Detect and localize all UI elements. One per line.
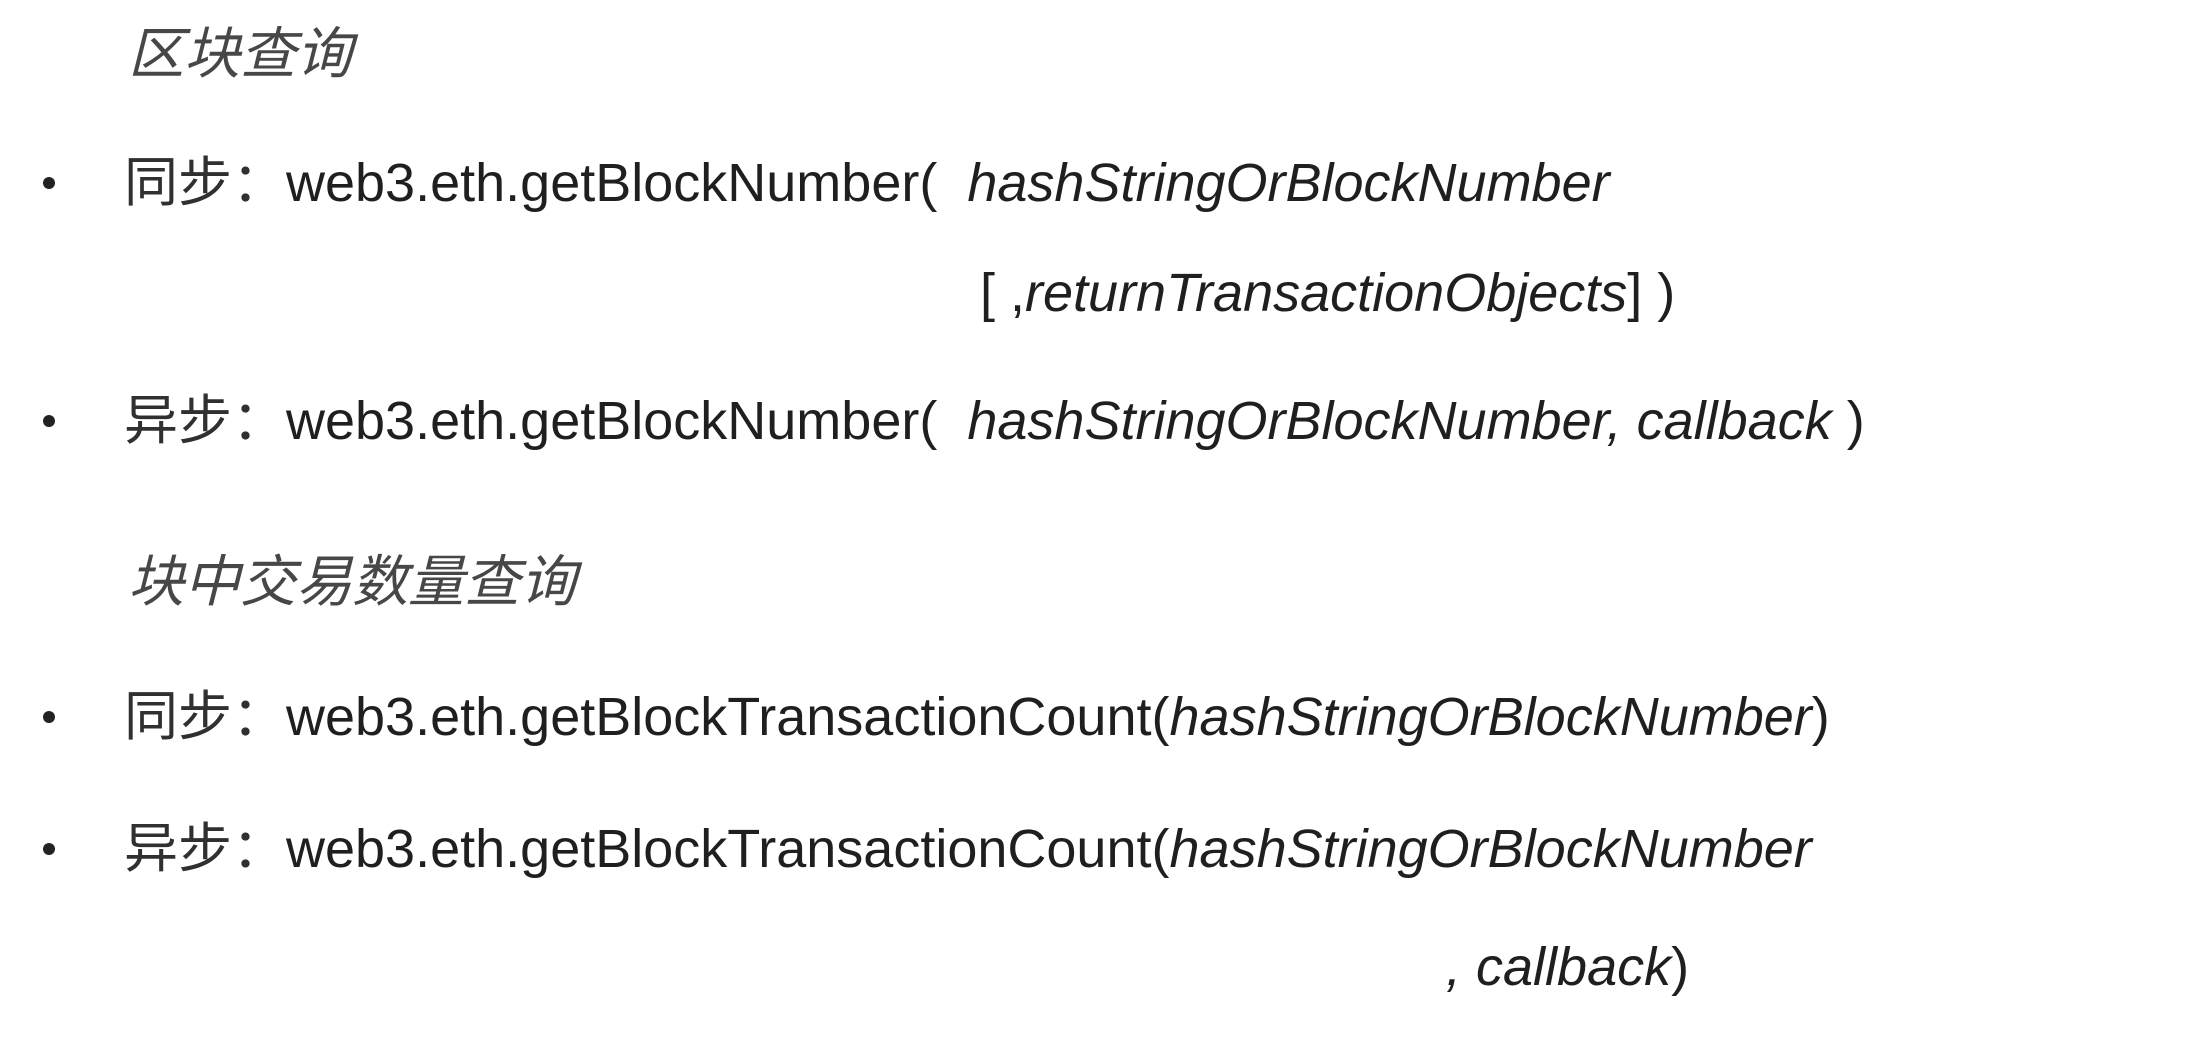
mode-label: 异步 bbox=[124, 817, 232, 880]
bullet-item-continuation: [ ,returnTransactionObjects] ) bbox=[980, 258, 1675, 328]
mode-label: 同步 bbox=[124, 685, 232, 748]
section-heading-block-query: 区块查询 bbox=[128, 22, 352, 87]
mode-label: 同步 bbox=[124, 151, 232, 214]
label-separator: ： bbox=[232, 389, 286, 452]
function-name: web3.eth.getBlockTransactionCount( bbox=[286, 687, 1170, 747]
bullet-item-text: 异步：web3.eth.getBlockTransactionCount(has… bbox=[124, 814, 1812, 884]
continuation-close: ] ) bbox=[1627, 263, 1676, 323]
label-separator: ： bbox=[232, 151, 286, 214]
slide: 区块查询 同步：web3.eth.getBlockNumber( hashStr… bbox=[0, 0, 2206, 1056]
function-args: hashStringOrBlockNumber bbox=[967, 153, 1610, 213]
bullet-dot-icon bbox=[36, 148, 62, 218]
continuation-arg: , callback bbox=[1446, 937, 1672, 997]
label-separator: ： bbox=[232, 685, 286, 748]
bullet-dot-icon bbox=[36, 682, 62, 752]
label-separator: ： bbox=[232, 817, 286, 880]
bullet-dot-icon bbox=[36, 386, 62, 456]
continuation-arg: returnTransactionObjects bbox=[1025, 263, 1628, 323]
continuation-close: ) bbox=[1671, 937, 1690, 997]
function-args: hashStringOrBlockNumber bbox=[1169, 819, 1812, 879]
function-name: web3.eth.getBlockNumber( bbox=[286, 153, 938, 213]
function-name: web3.eth.getBlockTransactionCount( bbox=[286, 819, 1170, 879]
mode-label: 异步 bbox=[124, 389, 232, 452]
function-args: hashStringOrBlockNumber, callback bbox=[967, 391, 1832, 451]
bullet-dot-icon bbox=[36, 814, 62, 884]
bullet-item-continuation: , callback) bbox=[1446, 932, 1689, 1002]
bullet-item-text: 同步：web3.eth.getBlockNumber( hashStringOr… bbox=[124, 148, 1610, 218]
continuation-open: [ , bbox=[980, 263, 1026, 323]
function-close: ) bbox=[1811, 687, 1830, 747]
bullet-item-text: 同步：web3.eth.getBlockTransactionCount(has… bbox=[124, 682, 1830, 752]
function-close: ) bbox=[1831, 391, 1865, 451]
function-name: web3.eth.getBlockNumber( bbox=[286, 391, 938, 451]
function-args: hashStringOrBlockNumber bbox=[1169, 687, 1812, 747]
section-heading-tx-count-query: 块中交易数量查询 bbox=[128, 550, 576, 615]
bullet-item-text: 异步：web3.eth.getBlockNumber( hashStringOr… bbox=[124, 386, 1865, 456]
